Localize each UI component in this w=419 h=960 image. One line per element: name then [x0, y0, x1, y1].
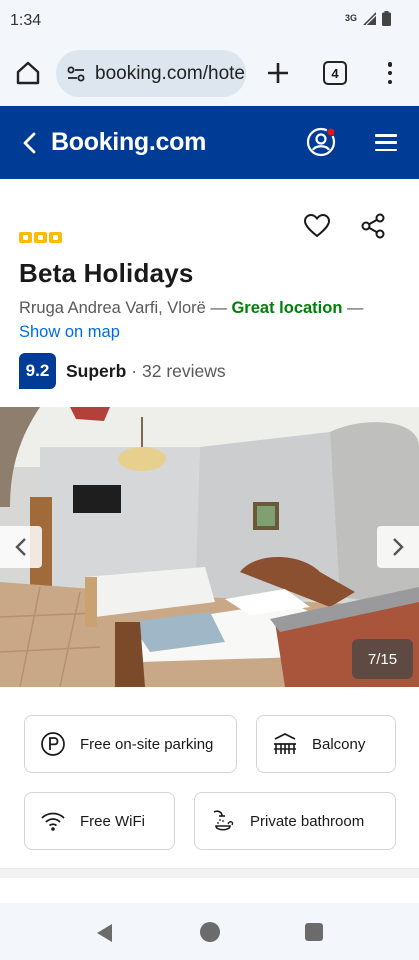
system-nav-bar	[0, 903, 419, 960]
facility-wifi[interactable]: Free WiFi	[24, 792, 175, 850]
chevron-left-icon	[15, 538, 26, 556]
address-bar[interactable]: booking.com/hotel	[56, 50, 246, 97]
status-time: 1:34	[10, 12, 42, 29]
status-bar: 1:34 3G	[0, 0, 419, 42]
home-icon[interactable]	[14, 59, 42, 87]
browser-toolbar: booking.com/hotel 4	[0, 42, 419, 106]
section-divider	[0, 868, 419, 878]
facility-balcony[interactable]: Balcony	[256, 715, 396, 773]
network-type: 3G	[344, 13, 357, 23]
wifi-icon	[40, 808, 66, 834]
star-rating	[19, 232, 62, 243]
facility-label: Free on-site parking	[80, 735, 214, 753]
account-icon[interactable]	[305, 126, 337, 158]
chevron-right-icon	[393, 538, 404, 556]
site-settings-icon[interactable]	[65, 63, 87, 85]
review-count: · 32 reviews	[131, 360, 226, 381]
system-back-icon[interactable]	[95, 923, 113, 943]
location-badge: Great location	[231, 299, 343, 317]
share-icon[interactable]	[360, 213, 386, 239]
heart-icon[interactable]	[303, 213, 331, 239]
tab-count: 4	[331, 65, 339, 81]
url-text: booking.com/hotel	[95, 62, 246, 84]
address-text: Rruga Andrea Varfi, Vlorë	[19, 299, 206, 317]
balcony-icon	[272, 731, 298, 757]
status-icons: 3G	[345, 11, 391, 26]
facility-label: Balcony	[312, 735, 366, 753]
photo-counter: 7/15	[352, 639, 413, 679]
hamburger-menu-icon[interactable]	[375, 134, 397, 151]
review-summary[interactable]: 9.2 Superb · 32 reviews	[19, 353, 226, 389]
parking-icon	[40, 731, 66, 757]
next-photo-button[interactable]	[377, 526, 419, 568]
address-separator: —	[342, 299, 364, 317]
previous-photo-button[interactable]	[0, 526, 42, 568]
facility-parking[interactable]: Free on-site parking	[24, 715, 237, 773]
star-icon	[49, 232, 62, 243]
signal-icon	[363, 12, 376, 25]
facility-bathroom[interactable]: Private bathroom	[194, 792, 396, 850]
back-chevron-icon[interactable]	[20, 131, 40, 155]
tab-switcher-button[interactable]: 4	[323, 61, 347, 85]
new-tab-icon[interactable]	[265, 60, 291, 86]
rating-word: Superb	[66, 360, 127, 381]
property-name: Beta Holidays	[19, 258, 194, 288]
show-on-map-link[interactable]: Show on map	[19, 323, 120, 341]
review-score-badge: 9.2	[19, 353, 56, 389]
photo-gallery[interactable]: 7/15	[0, 407, 419, 687]
star-icon	[19, 232, 32, 243]
facility-label: Private bathroom	[250, 812, 365, 830]
property-address: Rruga Andrea Varfi, Vlorë — Great locati…	[19, 296, 399, 344]
browser-menu-icon[interactable]	[383, 60, 397, 86]
booking-logo[interactable]: Booking.com	[51, 128, 206, 157]
facility-label: Free WiFi	[80, 812, 145, 830]
system-home-icon[interactable]	[200, 922, 220, 942]
star-icon	[34, 232, 47, 243]
site-header: Booking.com	[0, 106, 419, 179]
address-separator: —	[205, 299, 232, 317]
battery-icon	[382, 11, 391, 26]
bathroom-icon	[210, 808, 236, 834]
system-recents-icon[interactable]	[305, 923, 323, 941]
